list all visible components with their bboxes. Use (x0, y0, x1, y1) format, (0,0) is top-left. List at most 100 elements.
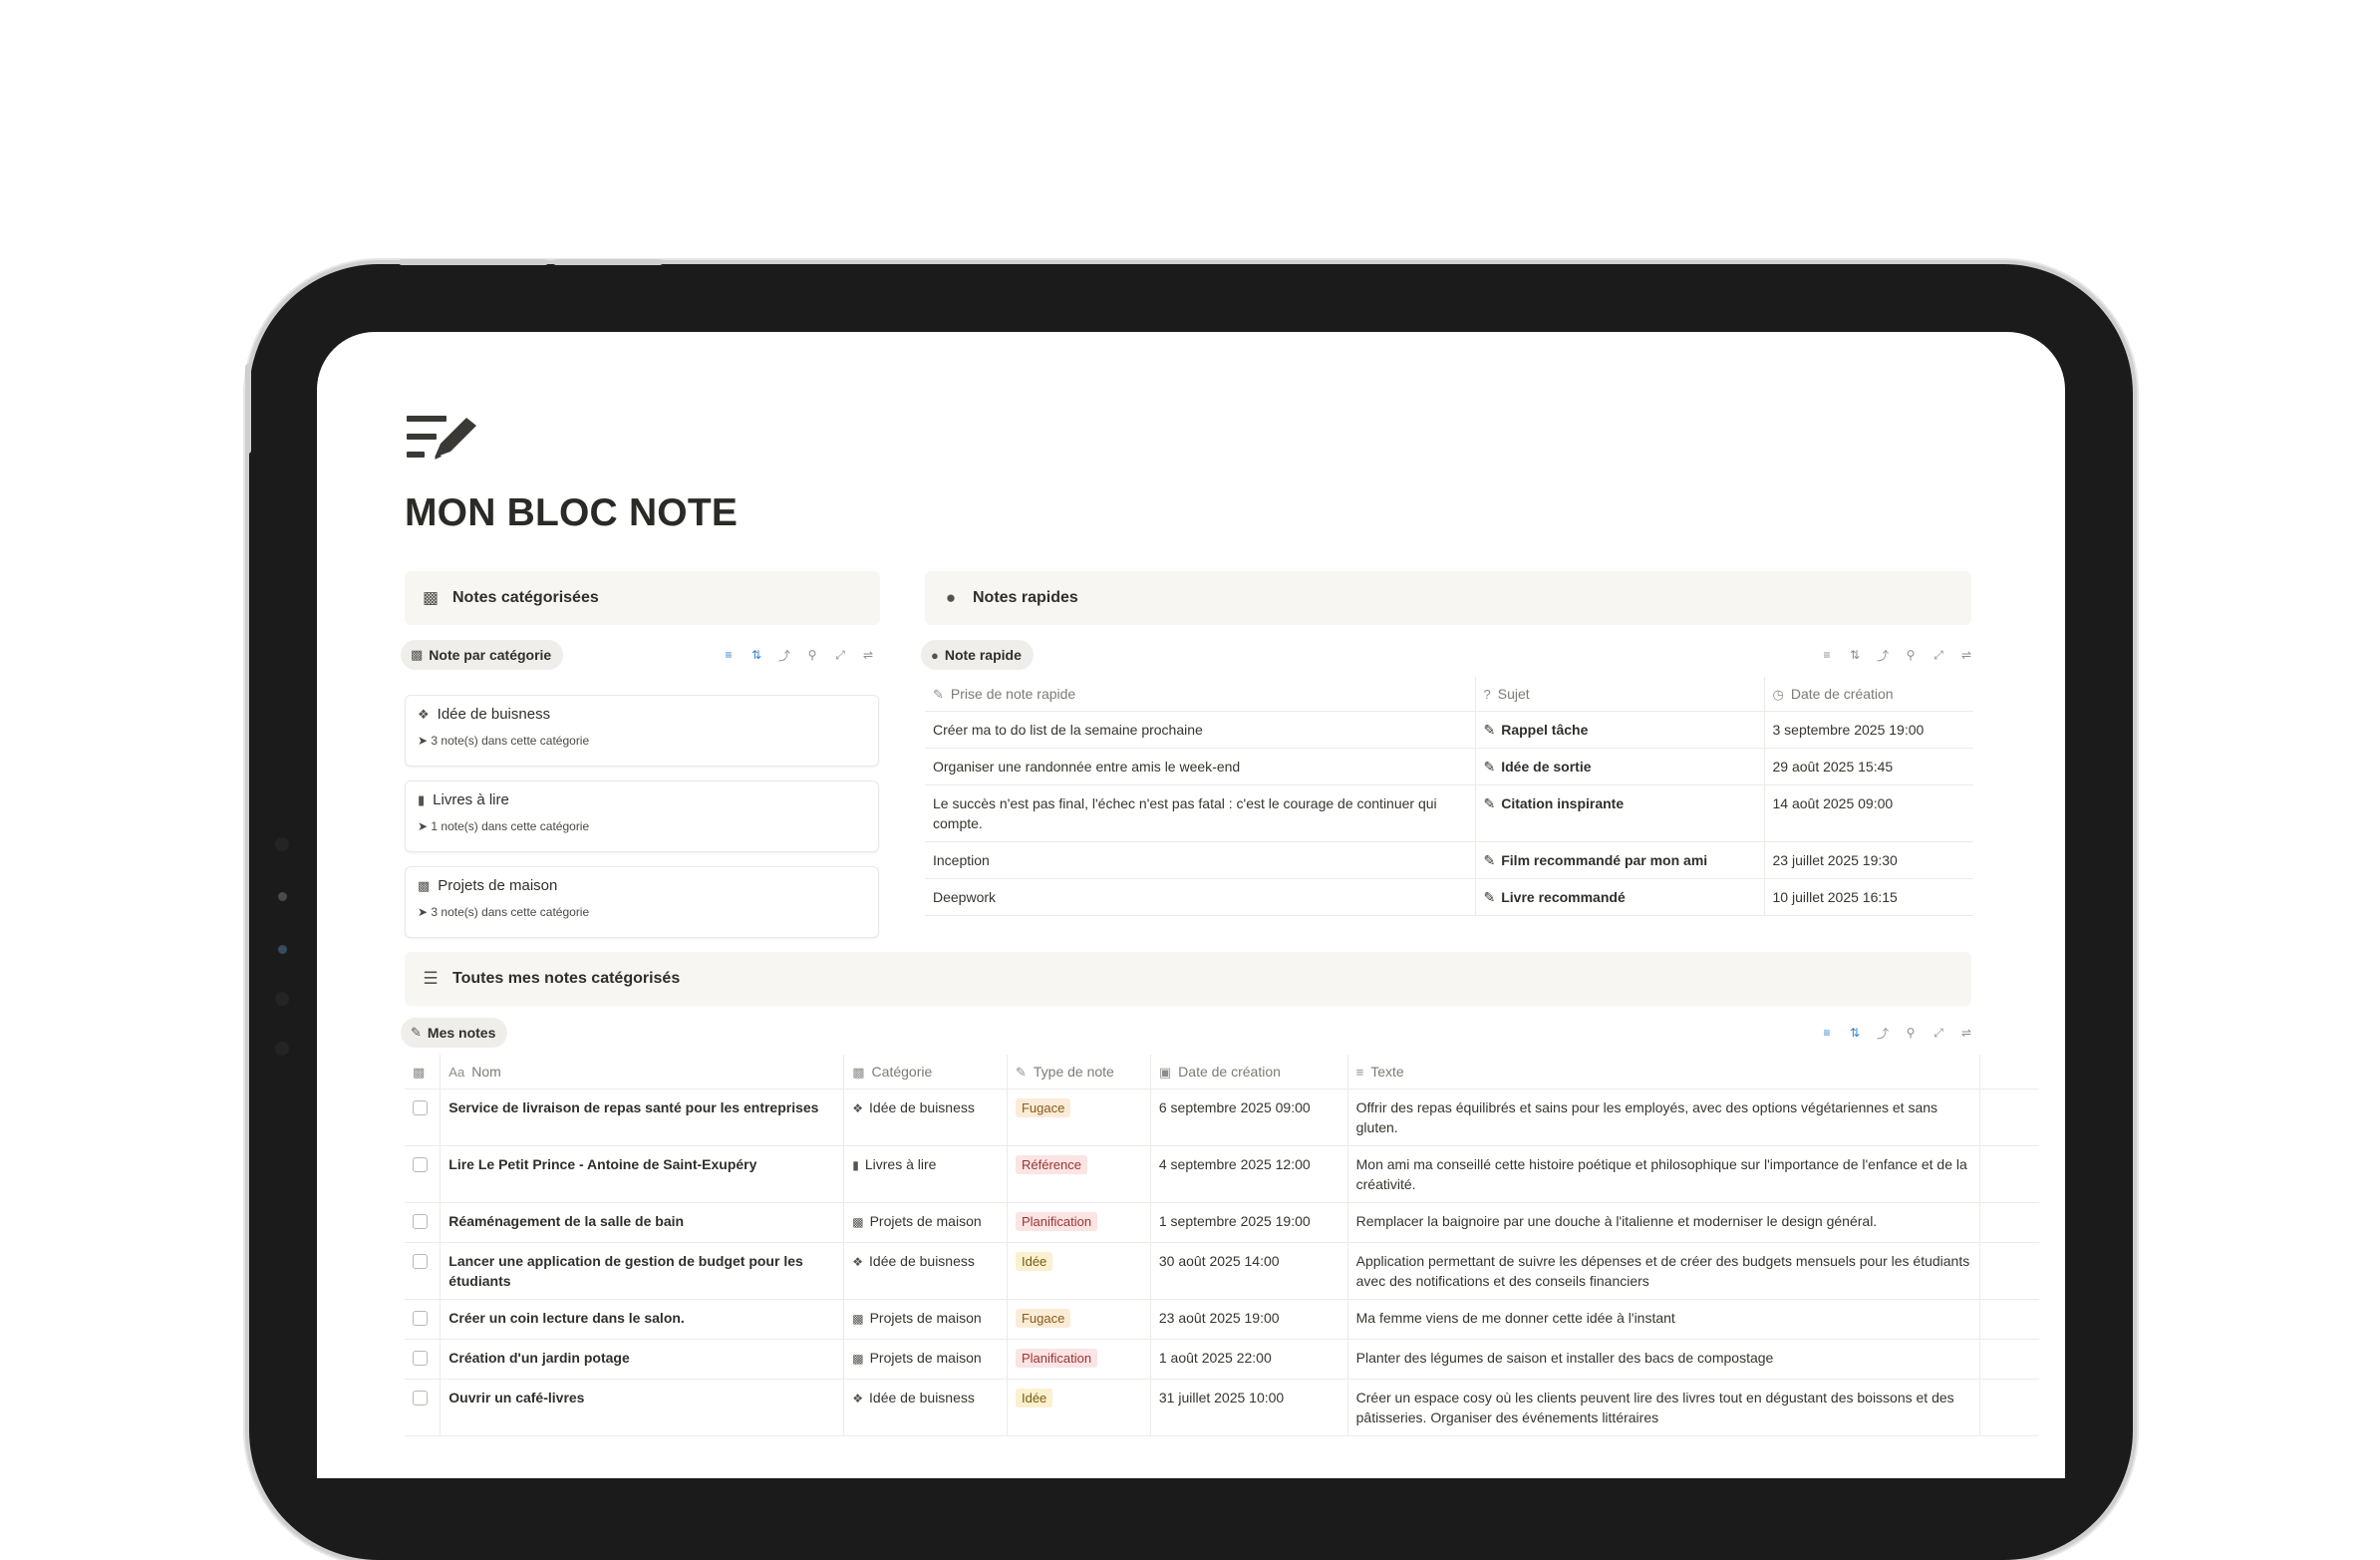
expand-icon[interactable]: ⤢ (833, 648, 847, 662)
search-icon[interactable]: ⚲ (805, 648, 819, 662)
name-cell[interactable]: Réaménagement de la salle de bain (440, 1202, 844, 1243)
categorized-section-header[interactable]: ▩ Notes catégorisées (405, 571, 880, 625)
category-card[interactable]: ❖ Idée de buisness ➤ 3 note(s) dans cette… (405, 695, 879, 767)
expand-icon[interactable]: ⤢ (1932, 1026, 1945, 1040)
date-cell[interactable]: 14 août 2025 09:00 (1763, 784, 1973, 842)
lightning-icon[interactable]: ⤴ (1876, 1026, 1890, 1041)
row-checkbox[interactable] (413, 1214, 428, 1229)
subject-cell[interactable]: ✎ Rappel tâche (1474, 711, 1764, 749)
category-card[interactable]: ▩ Projets de maison ➤ 3 note(s) dans cett… (405, 866, 879, 938)
category-cell[interactable]: ▩ Projets de maison (843, 1202, 1008, 1243)
subject-cell[interactable]: ✎ Idée de sortie (1474, 748, 1764, 785)
note-cell[interactable]: Deepwork (925, 878, 1475, 916)
sort-icon[interactable]: ⇅ (749, 648, 763, 662)
row-checkbox-cell[interactable] (405, 1145, 441, 1203)
search-icon[interactable]: ⚲ (1904, 1026, 1918, 1040)
subject-cell[interactable]: ✎ Livre recommandé (1474, 878, 1764, 916)
table-row[interactable]: Créer un coin lecture dans le salon. ▩ Pro… (405, 1299, 2039, 1340)
table-row[interactable]: Lancer une application de gestion de bud… (405, 1242, 2039, 1300)
date-cell[interactable]: 23 juillet 2025 19:30 (1763, 841, 1973, 879)
all-notes-section-header[interactable]: ☰ Toutes mes notes catégorisés (405, 952, 1971, 1006)
filter-icon[interactable]: ≡ (722, 648, 736, 662)
note-cell[interactable]: Inception (925, 841, 1475, 879)
name-cell[interactable]: Ouvrir un café-livres (440, 1379, 844, 1436)
row-checkbox-cell[interactable] (405, 1379, 441, 1436)
text-cell[interactable]: Remplacer la baignoire par une douche à … (1346, 1202, 1980, 1243)
date-cell[interactable]: 1 août 2025 22:00 (1149, 1339, 1348, 1380)
name-cell[interactable]: Service de livraison de repas santé pour… (440, 1089, 844, 1146)
all-notes-view-tab[interactable]: ✎ Mes notes (401, 1018, 508, 1048)
text-cell[interactable]: Offrir des repas équilibrés et sains pou… (1346, 1089, 1980, 1146)
category-cell[interactable]: ❖ Idée de buisness (843, 1242, 1008, 1300)
type-cell[interactable]: Fugace (1006, 1089, 1151, 1146)
quick-section-header[interactable]: ● Notes rapides (925, 571, 1971, 625)
text-cell[interactable]: Ma femme viens de me donner cette idée à… (1346, 1299, 1980, 1340)
row-checkbox-cell[interactable] (405, 1299, 441, 1340)
column-header-select[interactable]: ▩ (405, 1055, 441, 1090)
row-checkbox[interactable] (413, 1254, 428, 1269)
type-cell[interactable]: Planification (1006, 1339, 1151, 1380)
note-cell[interactable]: Le succès n'est pas final, l'échec n'est… (925, 784, 1475, 842)
categorized-view-tab[interactable]: ▩ Note par catégorie (401, 640, 564, 670)
text-cell[interactable]: Créer un espace cosy où les clients peuv… (1346, 1379, 1980, 1436)
settings-icon[interactable]: ⇌ (1959, 648, 1973, 662)
column-header-text[interactable]: ≡ Texte (1346, 1055, 1980, 1090)
note-cell[interactable]: Créer ma to do list de la semaine procha… (925, 711, 1475, 749)
settings-icon[interactable]: ⇌ (861, 648, 875, 662)
type-cell[interactable]: Fugace (1006, 1299, 1151, 1340)
date-cell[interactable]: 3 septembre 2025 19:00 (1763, 711, 1973, 749)
table-row[interactable]: Création d'un jardin potage ▩ Projets de m… (405, 1339, 2039, 1380)
name-cell[interactable]: Lancer une application de gestion de bud… (440, 1242, 844, 1300)
date-cell[interactable]: 6 septembre 2025 09:00 (1149, 1089, 1348, 1146)
type-cell[interactable]: Idée (1006, 1242, 1151, 1300)
sort-icon[interactable]: ⇅ (1848, 1026, 1862, 1040)
category-card[interactable]: ▮ Livres à lire ➤ 1 note(s) dans cette ca… (405, 780, 879, 852)
name-cell[interactable]: Lire Le Petit Prince - Antoine de Saint-… (440, 1145, 844, 1203)
text-cell[interactable]: Planter des légumes de saison et install… (1346, 1339, 1980, 1380)
table-row[interactable]: Inception ✎ Film recommandé par mon ami 2… (925, 841, 1973, 879)
category-cell[interactable]: ▩ Projets de maison (843, 1299, 1008, 1340)
table-row[interactable]: Organiser une randonnée entre amis le we… (925, 748, 1973, 785)
quick-view-tab[interactable]: ● Note rapide (921, 640, 1034, 670)
sort-icon[interactable]: ⇅ (1848, 648, 1862, 662)
settings-icon[interactable]: ⇌ (1959, 1026, 1973, 1040)
category-cell[interactable]: ▩ Projets de maison (843, 1339, 1008, 1380)
column-header-category[interactable]: ▩ Catégorie (843, 1055, 1008, 1090)
date-cell[interactable]: 10 juillet 2025 16:15 (1763, 878, 1973, 916)
name-cell[interactable]: Création d'un jardin potage (440, 1339, 844, 1380)
category-cell[interactable]: ❖ Idée de buisness (843, 1379, 1008, 1436)
filter-icon[interactable]: ≡ (1820, 1026, 1834, 1040)
row-checkbox-cell[interactable] (405, 1089, 441, 1146)
column-header-date[interactable]: ◷ Date de création (1763, 677, 1973, 712)
search-icon[interactable]: ⚲ (1904, 648, 1918, 662)
date-cell[interactable]: 31 juillet 2025 10:00 (1149, 1379, 1348, 1436)
row-checkbox[interactable] (413, 1100, 428, 1115)
date-cell[interactable]: 4 septembre 2025 12:00 (1149, 1145, 1348, 1203)
table-row[interactable]: Lire Le Petit Prince - Antoine de Saint-… (405, 1145, 2039, 1203)
date-cell[interactable]: 23 août 2025 19:00 (1149, 1299, 1348, 1340)
column-header-name[interactable]: Aa Nom (440, 1055, 844, 1090)
row-checkbox-cell[interactable] (405, 1339, 441, 1380)
date-cell[interactable]: 1 septembre 2025 19:00 (1149, 1202, 1348, 1243)
table-row[interactable]: Le succès n'est pas final, l'échec n'est… (925, 784, 1973, 842)
lightning-icon[interactable]: ⤴ (777, 648, 791, 663)
row-checkbox[interactable] (413, 1351, 428, 1366)
text-cell[interactable]: Application permettant de suivre les dép… (1346, 1242, 1980, 1300)
type-cell[interactable]: Référence (1006, 1145, 1151, 1203)
row-checkbox[interactable] (413, 1157, 428, 1172)
row-checkbox[interactable] (413, 1391, 428, 1405)
table-row[interactable]: Ouvrir un café-livres ❖ Idée de buisness Id… (405, 1379, 2039, 1436)
category-cell[interactable]: ▮ Livres à lire (843, 1145, 1008, 1203)
table-row[interactable]: Deepwork ✎ Livre recommandé 10 juillet 20… (925, 878, 1973, 916)
date-cell[interactable]: 29 août 2025 15:45 (1763, 748, 1973, 785)
table-row[interactable]: Service de livraison de repas santé pour… (405, 1089, 2039, 1146)
category-cell[interactable]: ❖ Idée de buisness (843, 1089, 1008, 1146)
note-cell[interactable]: Organiser une randonnée entre amis le we… (925, 748, 1475, 785)
lightning-icon[interactable]: ⤴ (1876, 648, 1890, 663)
column-header-subject[interactable]: ? Sujet (1474, 677, 1764, 712)
subject-cell[interactable]: ✎ Citation inspirante (1474, 784, 1764, 842)
table-row[interactable]: Réaménagement de la salle de bain ▩ Projet… (405, 1202, 2039, 1243)
column-header-type[interactable]: ✎ Type de note (1006, 1055, 1151, 1090)
filter-icon[interactable]: ≡ (1820, 648, 1834, 662)
row-checkbox-cell[interactable] (405, 1242, 441, 1300)
